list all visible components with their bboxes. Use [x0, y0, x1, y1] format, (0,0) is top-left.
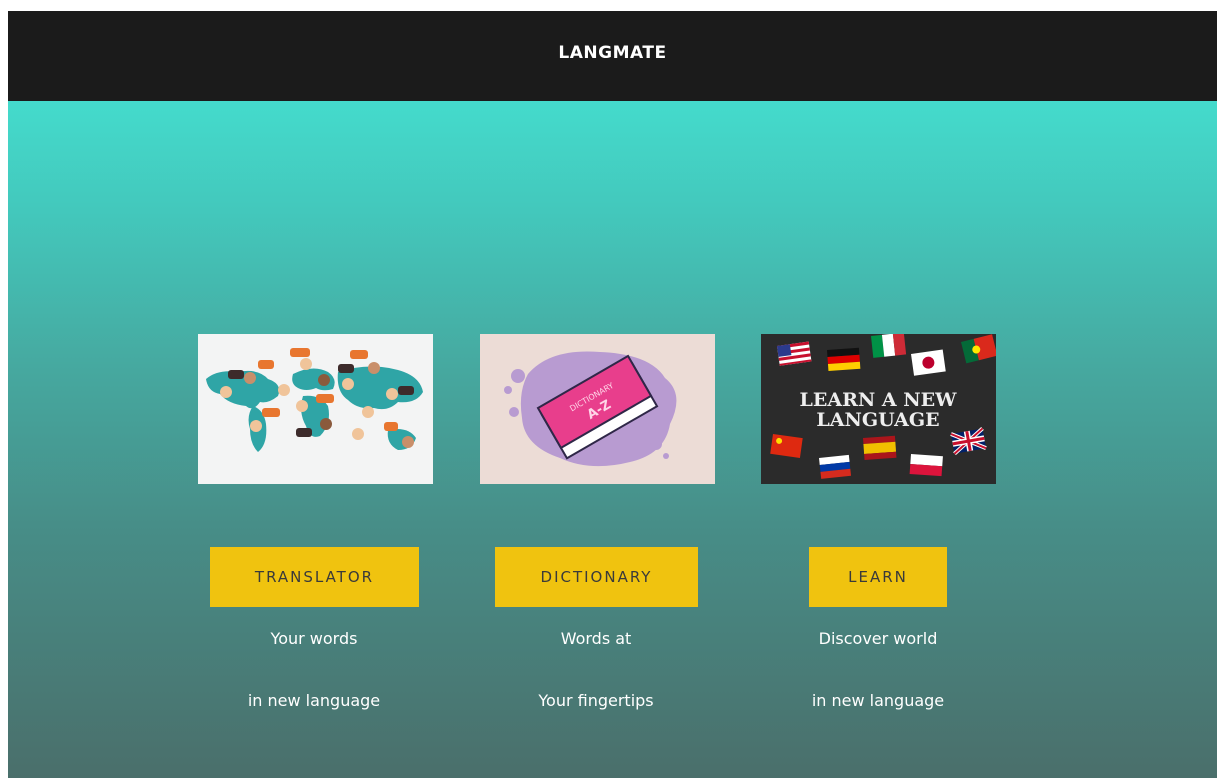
dictionary-caption-line2: Your fingertips — [538, 691, 654, 710]
learn-caption-line2: in new language — [811, 691, 945, 710]
board-text-line2: LANGUAGE — [816, 409, 939, 431]
translator-caption-line2: in new language — [247, 691, 381, 710]
translator-image — [198, 334, 433, 484]
learn-caption-line1: Discover world — [818, 629, 938, 648]
top-header: LANGMATE — [8, 11, 1217, 101]
dictionary-caption-line1: Words at — [560, 629, 632, 648]
translator-caption-line1: Your words — [270, 629, 358, 648]
translator-button[interactable]: TRANSLATOR — [210, 547, 419, 607]
page-frame: LANGMATE DICTIONARY A-Z LEARN A NEW LANG… — [8, 11, 1217, 778]
dictionary-image: DICTIONARY A-Z — [480, 334, 715, 484]
brand-logo-text[interactable]: LANGMATE — [558, 43, 666, 63]
learn-image: LEARN A NEW LANGUAGE — [761, 334, 996, 484]
learn-button[interactable]: LEARN — [809, 547, 947, 607]
dictionary-button[interactable]: DICTIONARY — [495, 547, 698, 607]
board-text-line1: LEARN A NEW — [800, 389, 958, 411]
